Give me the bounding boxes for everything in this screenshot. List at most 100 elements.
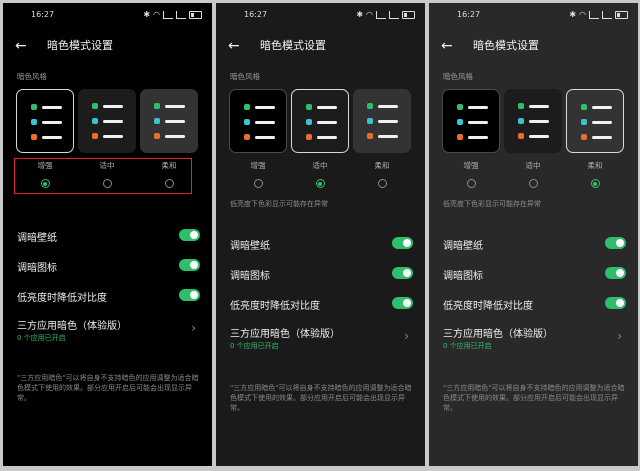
preview-row	[457, 104, 488, 110]
preview-row	[581, 104, 612, 110]
radio-button[interactable]	[315, 179, 325, 188]
preview-dot	[581, 134, 587, 140]
toggle-switch[interactable]	[605, 267, 626, 279]
preview-row	[518, 133, 549, 139]
setting-row[interactable]: 调暗图标	[230, 265, 413, 283]
radio-button[interactable]	[466, 179, 476, 188]
radio-button[interactable]	[377, 179, 387, 188]
status-time: 16:27	[244, 10, 268, 19]
third-party-dark-row[interactable]: 三方应用暗色（体验版） 0 个应用已开启 ›	[443, 325, 626, 355]
style-preview-card-1[interactable]	[504, 89, 562, 153]
signal-icon-2	[602, 10, 612, 19]
status-time: 16:27	[457, 10, 481, 19]
style-preview-card-0[interactable]	[16, 89, 74, 153]
preview-dot	[31, 104, 37, 110]
preview-bar	[165, 134, 185, 138]
toggle-switch[interactable]	[179, 259, 200, 271]
preview-bar	[42, 105, 62, 109]
radio-button[interactable]	[590, 179, 600, 188]
preview-row	[31, 134, 62, 140]
toggle-switch[interactable]	[392, 237, 413, 249]
style-preview-card-2[interactable]	[566, 89, 624, 153]
style-option-1[interactable]: 适中	[504, 161, 562, 188]
signal-icon	[163, 10, 173, 19]
style-preview-card-2[interactable]	[353, 89, 411, 153]
setting-row[interactable]: 调暗图标	[443, 265, 626, 283]
toggle-knob	[403, 299, 411, 307]
setting-row[interactable]: 调暗壁纸	[230, 235, 413, 253]
status-time: 16:27	[31, 10, 55, 19]
page-title: 暗色模式设置	[473, 39, 539, 52]
toggle-knob	[190, 261, 198, 269]
toggle-switch[interactable]	[392, 297, 413, 309]
setting-row[interactable]: 低亮度时降低对比度	[443, 295, 626, 313]
third-party-dark-row[interactable]: 三方应用暗色（体验版） 0 个应用已开启 ›	[230, 325, 413, 355]
style-preview-card-1[interactable]	[291, 89, 349, 153]
style-option-2[interactable]: 柔和	[566, 161, 624, 188]
style-option-0[interactable]: 增强	[229, 161, 287, 188]
toggle-switch[interactable]	[179, 229, 200, 241]
preview-dot	[244, 104, 250, 110]
preview-row	[367, 133, 398, 139]
radio-button[interactable]	[528, 179, 538, 188]
preview-dot	[367, 103, 373, 109]
setting-row[interactable]: 低亮度时降低对比度	[230, 295, 413, 313]
preview-bar	[42, 120, 62, 124]
style-preview-card-2[interactable]	[140, 89, 198, 153]
third-party-label: 三方应用暗色（体验版）	[17, 321, 127, 332]
third-party-count: 0 个应用已开启	[230, 342, 279, 350]
preview-dot	[244, 134, 250, 140]
setting-row[interactable]: 调暗壁纸	[17, 227, 200, 245]
preview-dot	[244, 119, 250, 125]
style-preview-card-0[interactable]	[442, 89, 500, 153]
preview-row	[92, 133, 123, 139]
preview-row	[518, 103, 549, 109]
style-options: 增强 适中 柔和	[229, 161, 412, 195]
preview-bar	[529, 134, 549, 138]
preview-row	[306, 104, 337, 110]
style-option-1[interactable]: 适中	[291, 161, 349, 188]
toggle-switch[interactable]	[392, 267, 413, 279]
toggle-switch[interactable]	[605, 297, 626, 309]
setting-label: 低亮度时降低对比度	[230, 301, 320, 312]
style-option-label: 适中	[312, 161, 328, 170]
back-arrow-icon[interactable]: ←	[15, 35, 27, 57]
style-preview-card-1[interactable]	[78, 89, 136, 153]
setting-row[interactable]: 低亮度时降低对比度	[17, 287, 200, 305]
chevron-right-icon: ›	[617, 329, 622, 343]
toggle-switch[interactable]	[179, 289, 200, 301]
status-icons: ✱ ◠	[356, 10, 415, 19]
style-preview-card-0[interactable]	[229, 89, 287, 153]
setting-label: 低亮度时降低对比度	[443, 301, 533, 312]
style-previews	[229, 89, 412, 155]
preview-bar	[592, 120, 612, 124]
preview-bar	[592, 105, 612, 109]
low-brightness-note: 低亮度下色彩显示可能存在异常	[443, 200, 541, 208]
radio-button[interactable]	[253, 179, 263, 188]
preview-dot	[518, 103, 524, 109]
preview-bar	[468, 135, 488, 139]
footnote: "三方应用暗色"可以将自身不支持暗色的应用调整为适合暗色模式下使用的效果。部分应…	[17, 374, 199, 402]
preview-bar	[255, 120, 275, 124]
back-arrow-icon[interactable]: ←	[441, 35, 453, 57]
style-options: 增强 适中 柔和	[442, 161, 625, 195]
style-option-label: 适中	[525, 161, 541, 170]
third-party-dark-row[interactable]: 三方应用暗色（体验版） 0 个应用已开启 ›	[17, 317, 200, 347]
setting-row[interactable]: 调暗图标	[17, 257, 200, 275]
preview-dot	[31, 134, 37, 140]
page-title: 暗色模式设置	[47, 39, 113, 52]
setting-row[interactable]: 调暗壁纸	[443, 235, 626, 253]
third-party-label: 三方应用暗色（体验版）	[230, 329, 340, 340]
toggle-knob	[190, 291, 198, 299]
style-option-2[interactable]: 柔和	[353, 161, 411, 188]
toggle-switch[interactable]	[605, 237, 626, 249]
preview-bar	[317, 135, 337, 139]
style-option-0[interactable]: 增强	[442, 161, 500, 188]
preview-bar	[103, 104, 123, 108]
preview-row	[244, 104, 275, 110]
preview-bar	[378, 134, 398, 138]
style-option-label: 增强	[463, 161, 479, 170]
battery-icon	[402, 10, 415, 19]
back-arrow-icon[interactable]: ←	[228, 35, 240, 57]
highlight-box	[14, 158, 192, 194]
